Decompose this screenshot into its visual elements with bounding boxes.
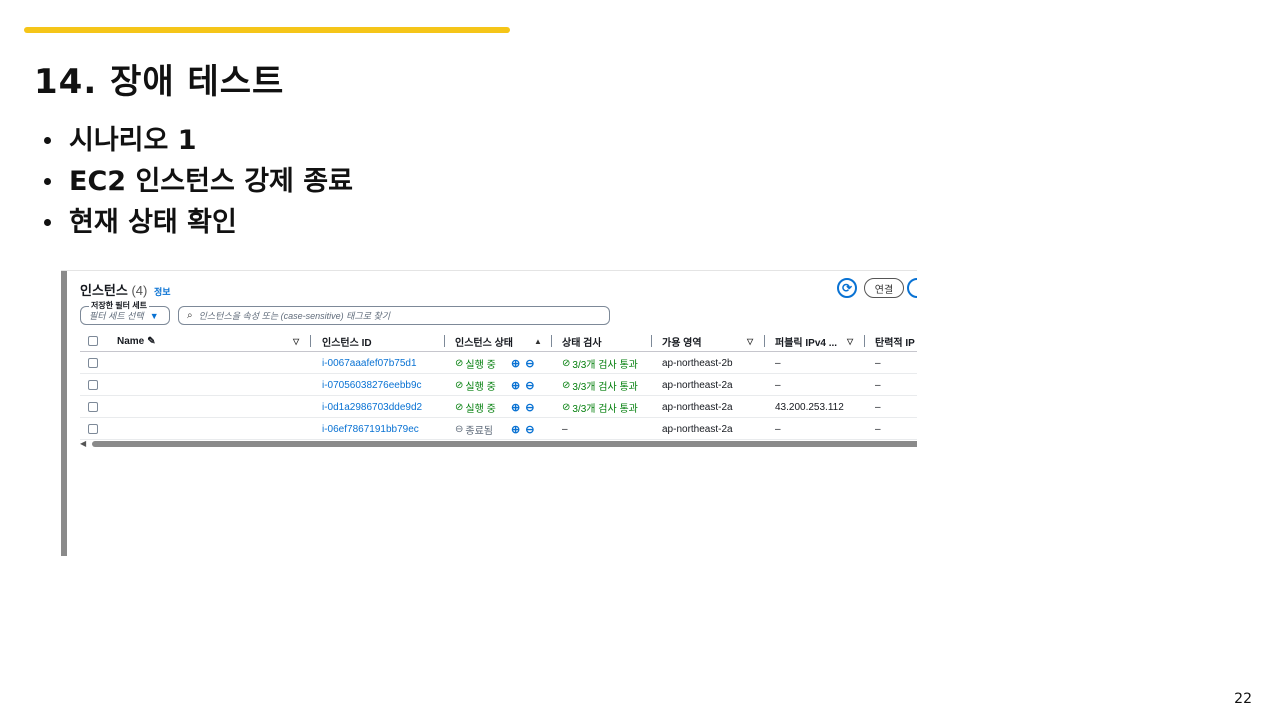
elastic-ip: – bbox=[875, 401, 881, 413]
table-row[interactable]: i-06ef7867191bb79ec ⊖ 종료됨 ⊕ ⊖ – ap-north… bbox=[80, 418, 917, 440]
instance-state: 실행 중 bbox=[465, 403, 496, 415]
search-input[interactable]: ⌕ 인스턴스을 속성 또는 (case-sensitive) 태그로 찾기 bbox=[178, 306, 610, 325]
elastic-ip: – bbox=[875, 423, 881, 435]
sort-filter-icon[interactable]: ▽ bbox=[293, 330, 299, 352]
status-check[interactable]: 3/3개 검사 통과 bbox=[572, 356, 637, 371]
instances-table: Name ✎ ▽ 인스턴스 ID 인스턴스 상태 ▲ 상태 검사 가용 영역 ▽… bbox=[80, 330, 917, 440]
table-row[interactable]: i-0067aaafef07b75d1 ⊘ 실행 중 ⊕ ⊖ ⊘ 3/3개 검사… bbox=[80, 352, 917, 374]
sort-asc-icon[interactable]: ▲ bbox=[534, 330, 542, 352]
check-circle-icon: ⊘ bbox=[562, 357, 571, 369]
bullet-text: EC2 인스턴스 강제 종료 bbox=[69, 166, 353, 197]
zoom-out-icon[interactable]: ⊖ bbox=[525, 357, 534, 370]
bullet-dot-icon bbox=[44, 178, 51, 185]
bullet-item: 시나리오 1 bbox=[44, 120, 353, 161]
terminated-icon: ⊖ bbox=[455, 423, 464, 435]
instance-id-link[interactable]: i-06ef7867191bb79ec bbox=[322, 418, 419, 440]
instance-state: 실행 중 bbox=[465, 381, 496, 393]
public-ipv4: – bbox=[775, 379, 781, 391]
column-header-name[interactable]: Name bbox=[117, 336, 144, 347]
slide-title: 14. 장애 테스트 bbox=[34, 62, 285, 102]
availability-zone: ap-northeast-2a bbox=[662, 423, 733, 435]
zoom-in-icon[interactable]: ⊕ bbox=[511, 423, 520, 436]
column-header-elastic-ip[interactable]: 탄력적 IP bbox=[875, 330, 915, 352]
check-circle-icon: ⊘ bbox=[562, 379, 571, 391]
column-header-instance-id[interactable]: 인스턴스 ID bbox=[322, 330, 372, 352]
select-all-checkbox[interactable] bbox=[88, 336, 98, 346]
refresh-button[interactable]: ⟳ bbox=[837, 278, 857, 298]
actions-button[interactable] bbox=[907, 278, 917, 298]
search-icon: ⌕ bbox=[187, 310, 193, 321]
status-check[interactable]: 3/3개 검사 통과 bbox=[572, 400, 637, 415]
bullet-item: EC2 인스턴스 강제 종료 bbox=[44, 161, 353, 202]
instances-header: 인스턴스 (4) 정보 bbox=[80, 280, 171, 299]
public-ipv4: – bbox=[775, 423, 781, 435]
bullet-text: 시나리오 1 bbox=[69, 125, 197, 156]
bullet-dot-icon bbox=[44, 137, 51, 144]
row-checkbox[interactable] bbox=[88, 424, 98, 434]
status-check[interactable]: 3/3개 검사 통과 bbox=[572, 378, 637, 393]
check-circle-icon: ⊘ bbox=[455, 401, 464, 413]
check-circle-icon: ⊘ bbox=[455, 357, 464, 369]
bullet-item: 현재 상태 확인 bbox=[44, 202, 353, 243]
status-check: – bbox=[562, 423, 568, 435]
info-link[interactable]: 정보 bbox=[154, 287, 171, 297]
elastic-ip: – bbox=[875, 357, 881, 369]
search-placeholder: 인스턴스을 속성 또는 (case-sensitive) 태그로 찾기 bbox=[198, 311, 391, 321]
table-header-row: Name ✎ ▽ 인스턴스 ID 인스턴스 상태 ▲ 상태 검사 가용 영역 ▽… bbox=[80, 330, 917, 352]
column-header-instance-state[interactable]: 인스턴스 상태 bbox=[455, 330, 513, 352]
filter-set-legend: 저장한 필터 세트 bbox=[89, 300, 149, 311]
horizontal-scrollbar[interactable]: ◀ bbox=[80, 439, 917, 448]
zoom-in-icon[interactable]: ⊕ bbox=[511, 357, 520, 370]
zoom-out-icon[interactable]: ⊖ bbox=[525, 401, 534, 414]
zoom-out-icon[interactable]: ⊖ bbox=[525, 423, 534, 436]
zoom-in-icon[interactable]: ⊕ bbox=[511, 401, 520, 414]
instance-state: 실행 중 bbox=[465, 359, 496, 371]
connect-button[interactable]: 연결 bbox=[864, 278, 904, 298]
edit-pencil-icon: ✎ bbox=[147, 335, 156, 347]
instance-id-link[interactable]: i-0d1a2986703dde9d2 bbox=[322, 396, 422, 418]
check-circle-icon: ⊘ bbox=[455, 379, 464, 391]
public-ipv4: 43.200.253.112 bbox=[775, 401, 844, 413]
bullet-list: 시나리오 1 EC2 인스턴스 강제 종료 현재 상태 확인 bbox=[44, 120, 353, 243]
instance-id-link[interactable]: i-07056038276eebb9c bbox=[322, 374, 422, 396]
bullet-text: 현재 상태 확인 bbox=[69, 207, 237, 238]
accent-bar bbox=[24, 27, 510, 33]
caret-down-icon: ▼ bbox=[149, 310, 159, 321]
column-header-az[interactable]: 가용 영역 bbox=[662, 330, 702, 352]
ec2-console-screenshot: 인스턴스 (4) 정보 ⟳ 연결 저장한 필터 세트 필터 세트 선택 ▼ ⌕ … bbox=[61, 270, 917, 556]
bullet-dot-icon bbox=[44, 219, 51, 226]
instance-state: 종료됨 bbox=[465, 425, 493, 437]
sort-filter-icon[interactable]: ▽ bbox=[747, 330, 753, 352]
sort-filter-icon[interactable]: ▽ bbox=[847, 330, 853, 352]
table-row[interactable]: i-0d1a2986703dde9d2 ⊘ 실행 중 ⊕ ⊖ ⊘ 3/3개 검사… bbox=[80, 396, 917, 418]
row-checkbox[interactable] bbox=[88, 380, 98, 390]
public-ipv4: – bbox=[775, 357, 781, 369]
availability-zone: ap-northeast-2a bbox=[662, 379, 733, 391]
column-header-status-check[interactable]: 상태 검사 bbox=[562, 330, 602, 352]
page-number: 22 bbox=[1234, 691, 1252, 707]
table-row[interactable]: i-07056038276eebb9c ⊘ 실행 중 ⊕ ⊖ ⊘ 3/3개 검사… bbox=[80, 374, 917, 396]
check-circle-icon: ⊘ bbox=[562, 401, 571, 413]
zoom-in-icon[interactable]: ⊕ bbox=[511, 379, 520, 392]
availability-zone: ap-northeast-2b bbox=[662, 357, 733, 369]
elastic-ip: – bbox=[875, 379, 881, 391]
instances-title: 인스턴스 bbox=[80, 283, 128, 298]
scrollbar-thumb[interactable] bbox=[92, 441, 917, 447]
row-checkbox[interactable] bbox=[88, 358, 98, 368]
column-header-public-ipv4[interactable]: 퍼블릭 IPv4 ... bbox=[775, 330, 837, 352]
instance-id-link[interactable]: i-0067aaafef07b75d1 bbox=[322, 352, 417, 374]
scroll-left-icon[interactable]: ◀ bbox=[80, 439, 86, 448]
refresh-icon: ⟳ bbox=[841, 281, 853, 295]
availability-zone: ap-northeast-2a bbox=[662, 401, 733, 413]
zoom-out-icon[interactable]: ⊖ bbox=[525, 379, 534, 392]
row-checkbox[interactable] bbox=[88, 402, 98, 412]
instances-count: (4) bbox=[131, 283, 148, 298]
